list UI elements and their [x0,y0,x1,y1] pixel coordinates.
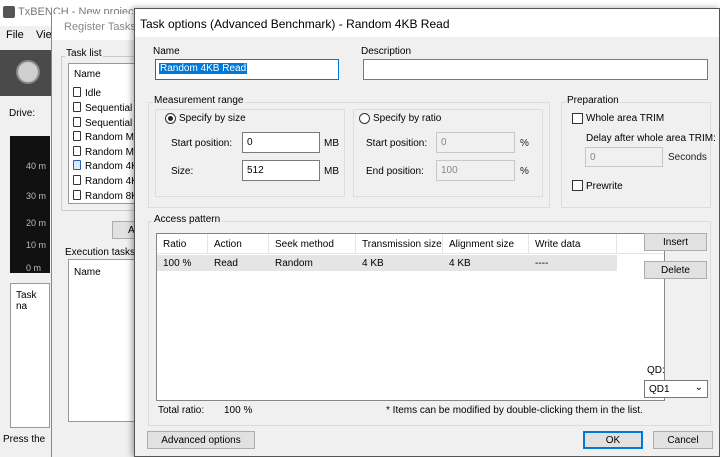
total-ratio-label: Total ratio: [158,405,205,416]
size-label: Size: [171,166,194,177]
task-list-item[interactable]: Random 4K [73,175,138,187]
ratio-start-label: Start position: [366,138,428,149]
graph-tick: 0 m [26,263,42,273]
chevron-down-icon: ⌄ [694,382,703,393]
prewrite-checkbox[interactable] [572,180,583,191]
whole-area-trim-checkbox[interactable] [572,113,583,124]
graph-tick: 10 m [26,240,47,250]
column-header-alignment-size[interactable]: Alignment size [443,234,529,254]
cell-write-data: ---- [535,258,549,269]
column-header-seek-method[interactable]: Seek method [269,234,356,254]
task-names-header: Task na [16,290,37,312]
insert-button[interactable]: Insert [644,233,707,251]
table-row[interactable]: 100 % Read Random 4 KB 4 KB ---- [157,255,617,271]
qd-label: QD: [647,365,665,376]
ratio-end-input[interactable]: 100 [436,160,515,181]
cell-ratio: 100 % [163,258,192,269]
specify-by-ratio-label: Specify by ratio [372,113,443,124]
task-list-item[interactable]: Random Min [73,146,142,158]
dialog-title: Task options (Advanced Benchmark) - Rand… [140,17,450,31]
graph-tick: 40 m [26,161,47,171]
size-start-label: Start position: [171,138,233,149]
delay-input[interactable]: 0 [585,147,663,167]
execution-tasks-label: Execution tasks [65,247,136,258]
total-ratio-value: 100 % [224,405,253,416]
description-label: Description [361,46,412,57]
execution-list-header: Name [74,267,101,278]
column-header-write-data[interactable]: Write data [529,234,617,254]
register-tasks-window: Register Tasks (Advanced Benchmark) Task… [51,14,254,457]
column-header-ratio[interactable]: Ratio [157,234,208,254]
size-start-input[interactable]: 0 [242,132,320,153]
specify-by-size-label: Specify by size [178,113,247,124]
task-list-item[interactable]: Sequential R [73,102,142,114]
name-input[interactable]: Random 4KB Read [155,59,339,80]
task-list-header: Name [74,69,101,80]
execution-task-list[interactable]: Name [68,259,144,422]
ratio-start-input[interactable]: 0 [436,132,515,153]
document-icon [73,190,81,200]
description-input[interactable] [363,59,708,80]
delay-label: Delay after whole area TRIM: [586,133,716,144]
name-label: Name [153,46,180,57]
whole-area-trim-label: Whole area TRIM [586,113,665,124]
task-list-item[interactable]: Random Min [73,131,142,143]
task-list-item-selected[interactable]: Random 4K [73,160,138,172]
specify-by-size-radio[interactable] [165,113,176,124]
prewrite-label: Prewrite [586,181,623,192]
access-pattern-table[interactable]: Ratio Action Seek method Transmission si… [156,233,665,401]
advanced-options-button[interactable]: Advanced options [147,431,255,449]
task-list[interactable]: Name Idle Sequential R Sequential W Rand… [68,63,144,204]
cell-seek-method: Random [275,258,313,269]
ratio-end-unit: % [520,166,529,177]
dialog-titlebar: Task options (Advanced Benchmark) - Rand… [135,9,719,37]
task-list-label: Task list [65,48,103,59]
access-pattern-label: Access pattern [153,214,222,225]
size-start-unit: MB [324,138,339,149]
ratio-end-label: End position: [366,166,424,177]
drive-label: Drive: [9,108,36,119]
ok-button[interactable]: OK [583,431,643,449]
status-text: Press the [3,434,46,445]
task-options-dialog: Task options (Advanced Benchmark) - Rand… [134,8,720,457]
cell-alignment-size: 4 KB [449,258,471,269]
document-icon [73,117,81,127]
task-list-item[interactable]: Random 8K [73,190,138,202]
measurement-range-label: Measurement range [153,95,245,106]
document-icon [73,146,81,156]
hint-text: * Items can be modified by double-clicki… [386,405,643,416]
qd-dropdown[interactable]: QD1 ⌄ [644,380,708,398]
column-header-transmission-size[interactable]: Transmission size [356,234,443,254]
column-header-action[interactable]: Action [208,234,269,254]
document-icon [73,87,81,97]
task-list-item[interactable]: Idle [73,87,101,99]
preparation-label: Preparation [566,95,620,106]
graph-tick: 30 m [26,191,47,201]
size-input[interactable]: 512 [242,160,320,181]
menu-file[interactable]: File [6,29,24,41]
throughput-graph: 40 m 30 m 20 m 10 m 0 m [10,136,50,273]
task-names-list[interactable]: Task na [10,283,50,428]
delay-unit: Seconds [668,152,707,163]
ratio-start-unit: % [520,138,529,149]
table-header: Ratio Action Seek method Transmission si… [157,234,664,254]
cancel-button[interactable]: Cancel [653,431,713,449]
register-titlebar: Register Tasks (Advanced Benchmark) [52,14,254,40]
cell-transmission-size: 4 KB [362,258,384,269]
stopwatch-icon[interactable] [16,60,40,84]
document-icon [73,160,81,170]
specify-by-ratio-radio[interactable] [359,113,370,124]
document-icon [73,131,81,141]
size-unit: MB [324,166,339,177]
cell-action: Read [214,258,238,269]
document-icon [73,102,81,112]
delete-button[interactable]: Delete [644,261,707,279]
app-icon [3,6,15,18]
document-icon [73,175,81,185]
graph-tick: 20 m [26,218,47,228]
